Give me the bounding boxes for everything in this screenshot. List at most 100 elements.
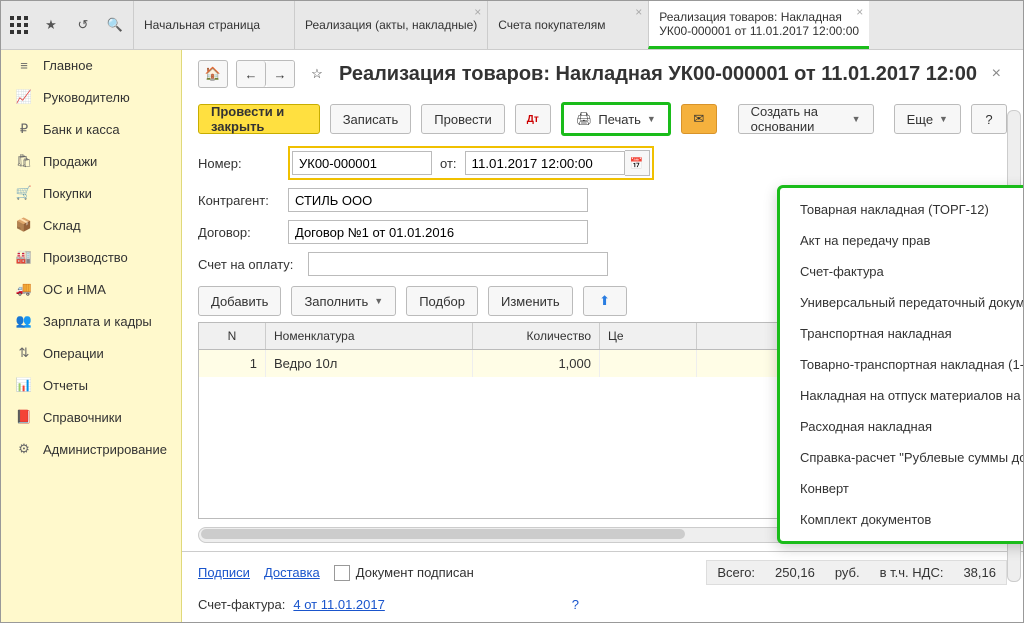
add-row-button[interactable]: Добавить: [198, 286, 281, 316]
tab-realization[interactable]: Реализация (акты, накладные)×: [294, 1, 487, 49]
back-button[interactable]: ←: [237, 61, 266, 87]
favorite-star-icon[interactable]: ☆: [303, 61, 331, 87]
tab-home[interactable]: Начальная страница: [133, 1, 294, 49]
print-button[interactable]: 🖨Печать▼: [561, 102, 671, 136]
bars-icon: 📊: [15, 377, 33, 393]
bag-icon: 🛍: [15, 153, 33, 169]
contract-input[interactable]: [288, 220, 588, 244]
sf-link[interactable]: 4 от 11.01.2017: [293, 597, 384, 612]
post-and-close-button[interactable]: Провести и закрыть: [198, 104, 320, 134]
apps-icon[interactable]: [9, 15, 29, 35]
invoice-input[interactable]: [308, 252, 608, 276]
sidebar-item-assets[interactable]: 🚚ОС и НМА: [1, 273, 181, 305]
sidebar-item-manager[interactable]: 📈Руководителю: [1, 81, 181, 113]
currency-label: руб.: [835, 565, 860, 580]
star-icon[interactable]: ★: [41, 15, 61, 35]
move-up-button[interactable]: ⬆: [583, 286, 627, 316]
close-page-button[interactable]: ×: [986, 65, 1007, 83]
chevron-down-icon: ▼: [939, 114, 948, 124]
col-price[interactable]: Це: [600, 323, 697, 349]
sidebar-item-purchases[interactable]: 🛒Покупки: [1, 177, 181, 209]
print-item-expense[interactable]: Расходная накладная: [780, 411, 1024, 442]
tabs: Начальная страница Реализация (акты, нак…: [133, 1, 1023, 49]
date-input[interactable]: [465, 151, 625, 175]
print-dropdown: Товарная накладная (ТОРГ-12) Акт на пере…: [777, 185, 1024, 544]
search-icon[interactable]: 🔍: [105, 15, 125, 35]
sidebar: ≡Главное 📈Руководителю ₽Банк и касса 🛍Пр…: [1, 50, 182, 622]
main-area: 🏠 ← → ☆ Реализация товаров: Накладная УК…: [182, 50, 1023, 622]
sidebar-item-catalogs[interactable]: 📕Справочники: [1, 401, 181, 433]
close-icon[interactable]: ×: [474, 5, 481, 19]
menu-icon: ≡: [15, 58, 33, 73]
close-icon[interactable]: ×: [856, 5, 863, 19]
ruble-icon: ₽: [15, 121, 33, 137]
dtkt-button[interactable]: Дт: [515, 104, 551, 134]
print-item-currency-calc[interactable]: Справка-расчет "Рублевые суммы документа…: [780, 442, 1024, 473]
tab-invoices[interactable]: Счета покупателям×: [487, 1, 648, 49]
contract-label: Договор:: [198, 225, 278, 240]
print-item-ttn[interactable]: Товарно-транспортная накладная (1-Т): [780, 349, 1024, 380]
sidebar-item-admin[interactable]: ⚙Администрирование: [1, 433, 181, 465]
print-item-envelope[interactable]: Конверт: [780, 473, 1024, 504]
invoice-label: Счет на оплату:: [198, 257, 298, 272]
print-item-sf[interactable]: Счет-фактура: [780, 256, 1024, 287]
calendar-icon[interactable]: 📅: [625, 150, 650, 176]
page-title: Реализация товаров: Накладная УК00-00000…: [339, 63, 978, 86]
more-button[interactable]: Еще▼: [894, 104, 961, 134]
create-based-button[interactable]: Создать на основании▼: [738, 104, 874, 134]
col-quantity[interactable]: Количество: [473, 323, 600, 349]
sidebar-item-reports[interactable]: 📊Отчеты: [1, 369, 181, 401]
sidebar-item-salary[interactable]: 👥Зарплата и кадры: [1, 305, 181, 337]
chevron-down-icon: ▼: [374, 296, 383, 306]
book-icon: 📕: [15, 409, 33, 425]
help-link[interactable]: ?: [572, 597, 579, 612]
signed-checkbox[interactable]: Документ подписан: [334, 565, 474, 581]
print-item-upd[interactable]: Универсальный передаточный документ (УПД…: [780, 287, 1024, 318]
signatures-link[interactable]: Подписи: [198, 565, 250, 580]
printer-icon: 🖨: [576, 111, 593, 127]
sidebar-item-operations[interactable]: ⇅Операции: [1, 337, 181, 369]
chevron-down-icon: ▼: [852, 114, 861, 124]
sidebar-item-main[interactable]: ≡Главное: [1, 50, 181, 81]
close-icon[interactable]: ×: [635, 5, 642, 19]
chevron-down-icon: ▼: [647, 114, 656, 124]
contractor-input[interactable]: [288, 188, 588, 212]
change-button[interactable]: Изменить: [488, 286, 573, 316]
home-button[interactable]: 🏠: [198, 60, 228, 88]
cart-icon: 🛒: [15, 185, 33, 201]
from-label: от:: [432, 156, 465, 171]
sidebar-item-warehouse[interactable]: 📦Склад: [1, 209, 181, 241]
total-value: 250,16: [775, 565, 815, 580]
print-item-m15[interactable]: Накладная на отпуск материалов на сторон…: [780, 380, 1024, 411]
factory-icon: 🏭: [15, 249, 33, 265]
contractor-label: Контрагент:: [198, 193, 278, 208]
save-button[interactable]: Записать: [330, 104, 412, 134]
print-item-transport[interactable]: Транспортная накладная: [780, 318, 1024, 349]
forward-button[interactable]: →: [266, 61, 294, 87]
col-nomenclature[interactable]: Номенклатура: [266, 323, 473, 349]
total-label: Всего:: [717, 565, 755, 580]
box-icon: 📦: [15, 217, 33, 233]
vat-label: в т.ч. НДС:: [880, 565, 944, 580]
help-button[interactable]: ?: [971, 104, 1007, 134]
sf-label: Счет-фактура:: [198, 597, 285, 612]
sidebar-item-sales[interactable]: 🛍Продажи: [1, 145, 181, 177]
number-input[interactable]: [292, 151, 432, 175]
post-button[interactable]: Провести: [421, 104, 505, 134]
fill-button[interactable]: Заполнить▼: [291, 286, 396, 316]
gear-icon: ⚙: [15, 441, 33, 457]
history-icon[interactable]: ↺: [73, 15, 93, 35]
delivery-link[interactable]: Доставка: [264, 565, 320, 580]
col-n[interactable]: N: [199, 323, 266, 349]
people-icon: 👥: [15, 313, 33, 329]
chart-icon: 📈: [15, 89, 33, 105]
pick-button[interactable]: Подбор: [406, 286, 478, 316]
print-item-torg12[interactable]: Товарная накладная (ТОРГ-12): [780, 194, 1024, 225]
print-item-rights[interactable]: Акт на передачу прав: [780, 225, 1024, 256]
sidebar-item-bank[interactable]: ₽Банк и касса: [1, 113, 181, 145]
sidebar-item-production[interactable]: 🏭Производство: [1, 241, 181, 273]
number-label: Номер:: [198, 156, 278, 171]
tab-current-doc[interactable]: Реализация товаров: Накладная УК00-00000…: [648, 1, 869, 49]
print-item-set[interactable]: Комплект документов: [780, 504, 1024, 535]
mail-button[interactable]: ✉: [681, 104, 717, 134]
